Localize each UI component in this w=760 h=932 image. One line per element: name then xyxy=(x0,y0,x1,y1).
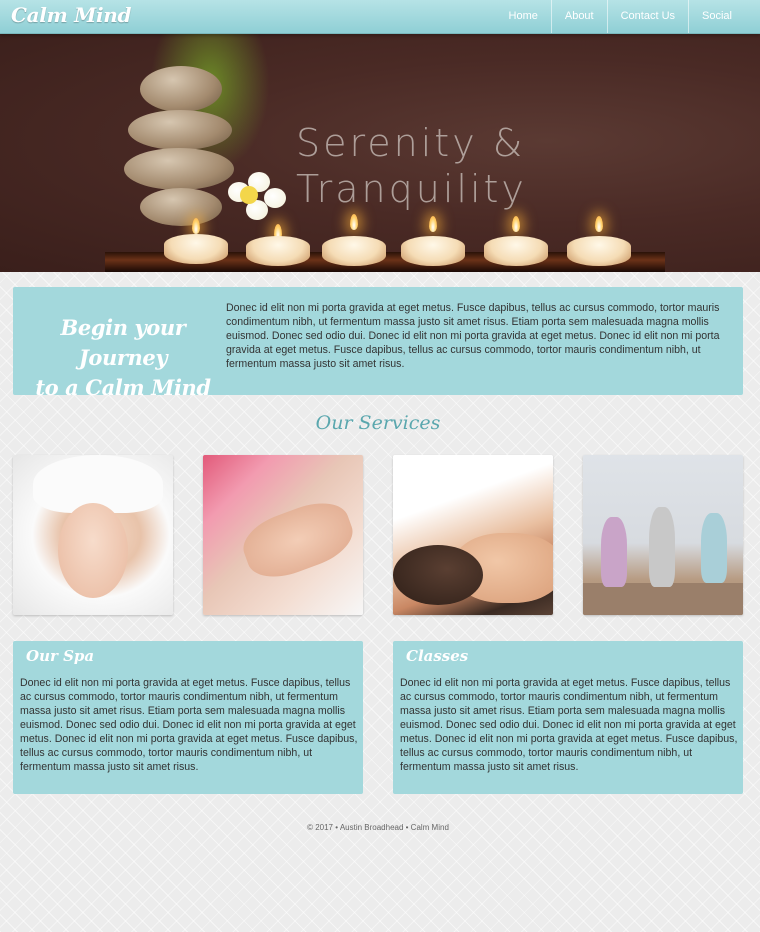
zen-stone xyxy=(128,110,232,150)
spa-title: Our Spa xyxy=(26,647,95,665)
journey-title-line2: to a Calm Mind xyxy=(35,375,211,400)
candle xyxy=(164,234,228,264)
service-image-massage[interactable] xyxy=(393,455,553,615)
services-heading: Our Services xyxy=(315,412,441,434)
zen-stone xyxy=(140,188,222,226)
top-navbar: Calm Mind Home About Contact Us Social xyxy=(0,0,760,34)
spa-info-box: Our Spa Donec id elit non mi porta gravi… xyxy=(13,641,363,794)
zen-stone xyxy=(124,148,234,190)
service-image-yoga[interactable] xyxy=(583,455,743,615)
classes-title: Classes xyxy=(406,647,469,665)
nav-contact-link[interactable]: Contact Us xyxy=(606,0,688,33)
orchid-flower xyxy=(222,172,292,232)
journey-title-line1: Begin your Journey xyxy=(60,315,186,370)
candle xyxy=(484,236,548,266)
hero-tagline: Serenity & Tranquility xyxy=(296,120,527,212)
head-shape xyxy=(393,545,483,605)
journey-intro-box: Begin your Journey to a Calm Mind Donec … xyxy=(13,287,743,400)
candle xyxy=(246,236,310,266)
classes-info-box: Classes Donec id elit non mi porta gravi… xyxy=(393,641,743,794)
service-image-facial[interactable] xyxy=(13,455,173,615)
classes-description: Donec id elit non mi porta gravida at eg… xyxy=(400,677,738,773)
site-logo[interactable]: Calm Mind xyxy=(11,3,131,27)
hero-tagline-line1: Serenity & xyxy=(296,121,526,165)
nav-social-link[interactable]: Social xyxy=(688,0,760,33)
face-shape xyxy=(58,503,128,598)
yoga-person xyxy=(601,517,627,587)
hero-tagline-line2: Tranquility xyxy=(296,167,527,211)
hero-banner: Serenity & Tranquility xyxy=(0,34,760,272)
nav-about-link[interactable]: About xyxy=(550,0,607,33)
spa-description: Donec id elit non mi porta gravida at eg… xyxy=(20,677,358,773)
candle-flame xyxy=(512,216,520,232)
yoga-person xyxy=(649,507,675,587)
nav-home-link[interactable]: Home xyxy=(496,0,551,33)
candle-flame xyxy=(350,214,358,230)
candle-flame xyxy=(595,216,603,232)
zen-stone xyxy=(140,66,222,112)
service-image-manicure[interactable] xyxy=(203,455,363,615)
yoga-person xyxy=(701,513,727,583)
floor-shape xyxy=(583,583,743,615)
footer-copyright: © 2017 • Austin Broadhead • Calm Mind xyxy=(307,823,449,832)
candle xyxy=(401,236,465,266)
hand-shape xyxy=(236,492,360,588)
main-menu: Home About Contact Us Social xyxy=(496,0,760,33)
candle-flame xyxy=(429,216,437,232)
candle-flame xyxy=(192,218,200,234)
candle xyxy=(322,236,386,266)
journey-description: Donec id elit non mi porta gravida at eg… xyxy=(226,302,720,370)
journey-title: Begin your Journey to a Calm Mind xyxy=(23,313,223,403)
candle xyxy=(567,236,631,266)
